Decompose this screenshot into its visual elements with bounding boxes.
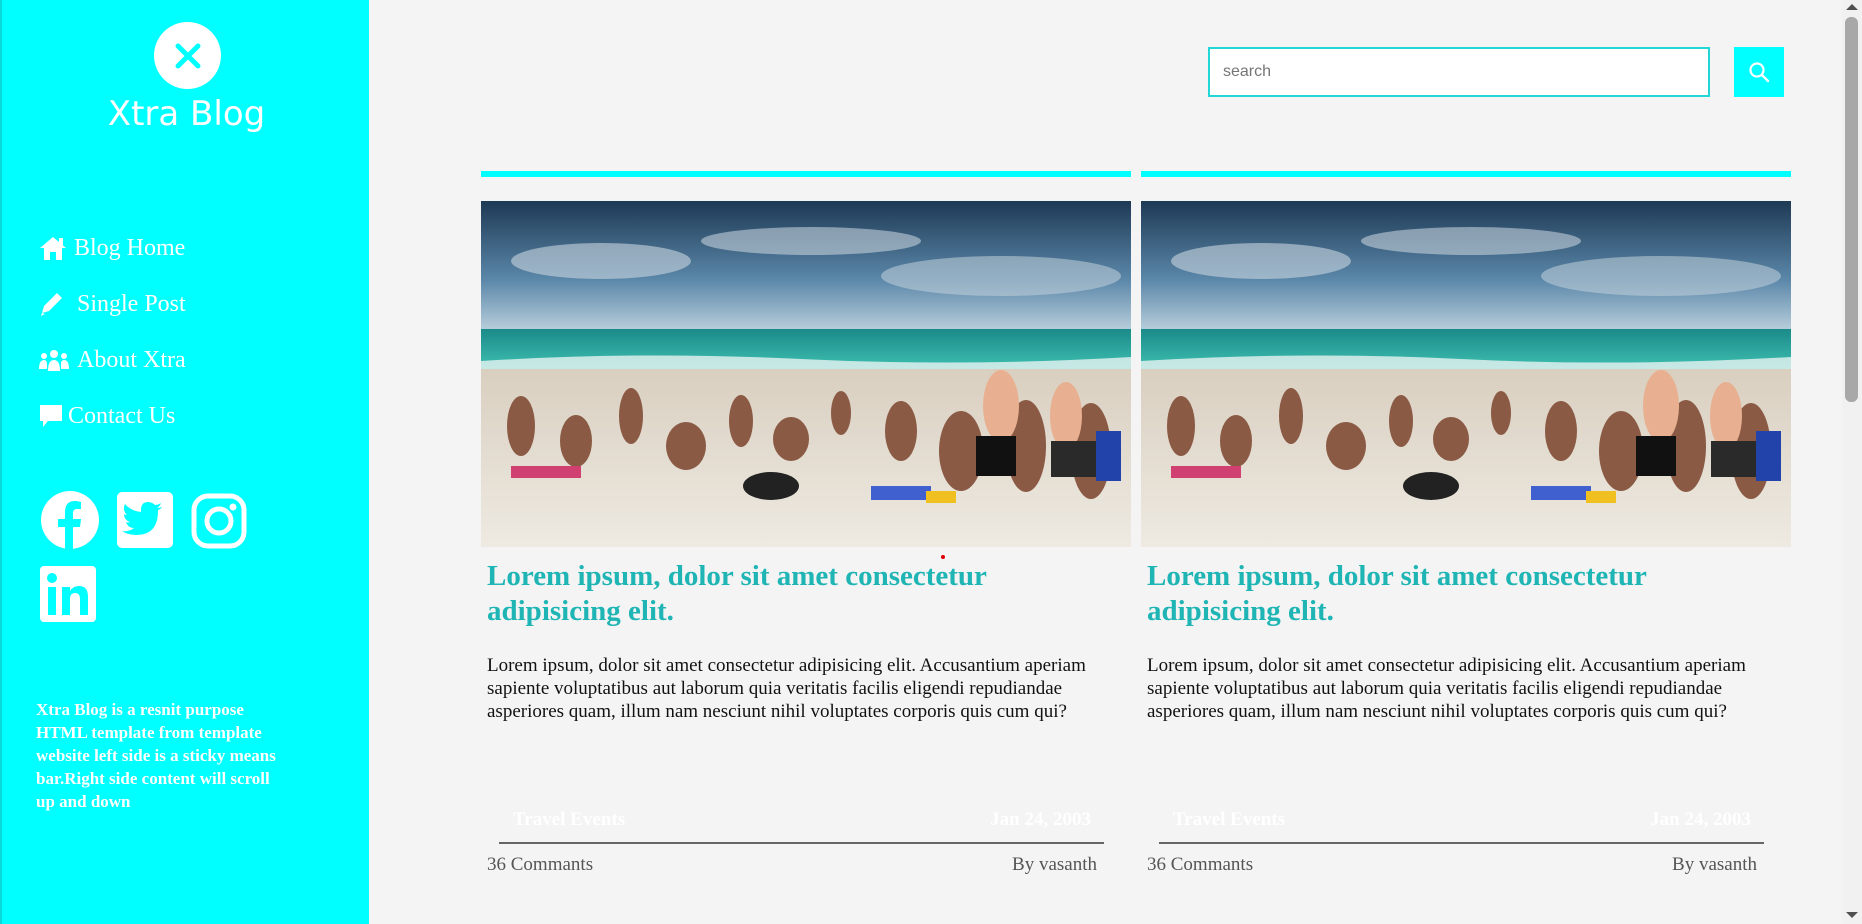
post-title[interactable]: Lorem ipsum, dolor sit amet consectetur … [1147, 559, 1785, 629]
post-excerpt: Lorem ipsum, dolor sit amet consectetur … [1147, 655, 1746, 722]
social-links [40, 490, 270, 624]
post-divider [1159, 842, 1764, 844]
sidebar-item-label: Blog Home [74, 234, 186, 261]
sidebar-item-label: Single Post [77, 290, 186, 317]
post-date: Jan 24, 2003 [1650, 809, 1751, 830]
sidebar-item-about-xtra[interactable]: About Xtra [38, 332, 186, 388]
post-category[interactable]: Travel Events [1173, 809, 1285, 831]
comment-icon [38, 403, 68, 429]
post-category[interactable]: Travel Events [513, 809, 625, 831]
cursor-dot [941, 555, 945, 559]
post-author: By vasanth [1672, 854, 1757, 875]
linkedin-icon[interactable] [40, 564, 100, 624]
scrollbar-thumb[interactable] [1845, 17, 1858, 402]
post-excerpt: Lorem ipsum, dolor sit amet consectetur … [487, 655, 1086, 722]
users-icon [38, 347, 74, 373]
about-text: Xtra Blog is a resnit purpose HTML templ… [36, 700, 276, 811]
home-icon [38, 235, 74, 261]
instagram-icon[interactable] [190, 490, 248, 550]
sidebar-item-blog-home[interactable]: Blog Home [38, 220, 186, 276]
beach-photo[interactable] [481, 201, 1131, 547]
sidebar-item-contact-us[interactable]: Contact Us [38, 388, 186, 444]
sidebar-item-label: About Xtra [77, 346, 186, 373]
sidebar: Xtra Blog Blog Home Single Post About Xt… [0, 0, 369, 924]
post-date: Jan 24, 2003 [990, 809, 1091, 830]
facebook-icon[interactable] [40, 490, 100, 550]
pencil-icon [38, 291, 74, 317]
twitter-icon[interactable] [116, 490, 174, 550]
sidebar-item-single-post[interactable]: Single Post [38, 276, 186, 332]
x-mark-icon[interactable] [154, 22, 221, 89]
card-accent-bar [481, 171, 1131, 177]
search-icon [1749, 62, 1770, 83]
sidebar-item-label: Contact Us [68, 402, 176, 429]
post-meta-bottom: 36 Commants By vasanth [487, 854, 1097, 876]
post-author: By vasanth [1012, 854, 1097, 875]
post-meta-top: Travel Events Jan 24, 2003 [1173, 809, 1751, 831]
beach-photo[interactable] [1141, 201, 1791, 547]
scroll-down-icon[interactable] [1846, 912, 1858, 918]
sidebar-nav: Blog Home Single Post About Xtra Contact… [38, 220, 186, 444]
post-title[interactable]: Lorem ipsum, dolor sit amet consectetur … [487, 559, 1125, 629]
search-button[interactable] [1734, 47, 1784, 97]
card-accent-bar [1141, 171, 1791, 177]
scroll-up-icon[interactable] [1846, 4, 1858, 10]
post-meta-bottom: 36 Commants By vasanth [1147, 854, 1757, 876]
search-input[interactable] [1208, 47, 1710, 97]
post-comments[interactable]: 36 Commants [1147, 854, 1253, 876]
post-divider [499, 842, 1104, 844]
post-comments[interactable]: 36 Commants [487, 854, 593, 876]
post-card: Lorem ipsum, dolor sit amet consectetur … [1141, 171, 1791, 875]
post-card: Lorem ipsum, dolor sit amet consectetur … [481, 171, 1131, 875]
site-title[interactable]: Xtra Blog [2, 94, 371, 134]
post-meta-top: Travel Events Jan 24, 2003 [513, 809, 1091, 831]
